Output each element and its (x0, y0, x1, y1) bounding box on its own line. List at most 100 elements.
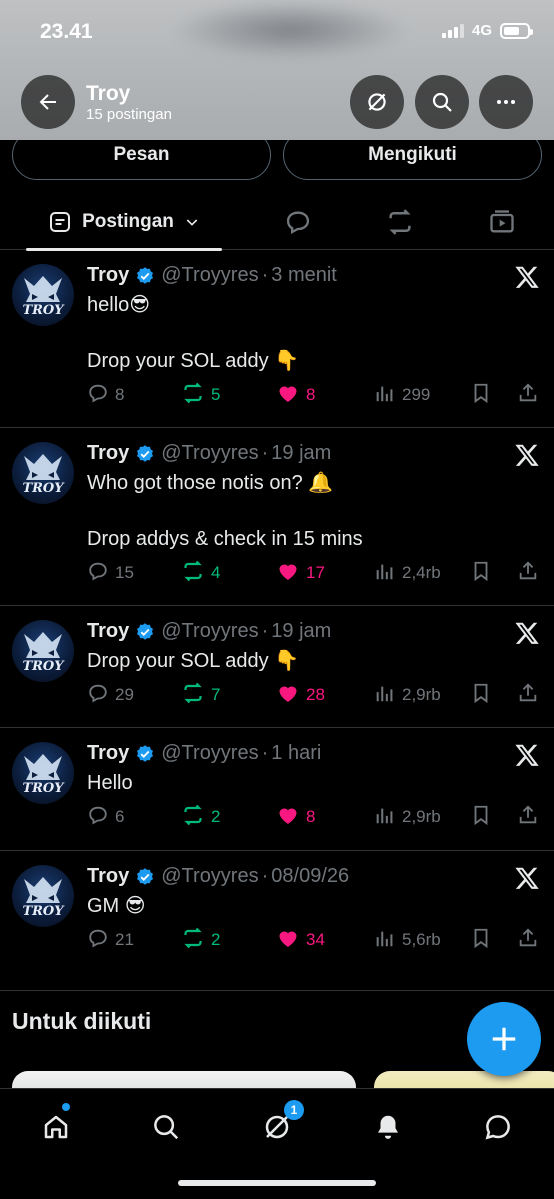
back-button[interactable] (21, 75, 75, 129)
avatar[interactable]: TROY (12, 264, 74, 326)
share-button[interactable] (517, 803, 539, 831)
separator-dot: · (261, 442, 269, 464)
share-button[interactable] (517, 381, 539, 409)
post-item[interactable]: TROY Troy @Troyyres · 3 menit hello😎 Drop your… (0, 250, 554, 428)
tab-media[interactable] (474, 194, 530, 250)
bookmark-button[interactable] (470, 559, 492, 587)
separator-dot: · (261, 742, 269, 764)
reply-button[interactable]: 8 (87, 381, 124, 409)
share-icon (517, 560, 539, 587)
post-time[interactable]: 19 jam (271, 442, 331, 465)
reply-button[interactable]: 21 (87, 926, 134, 954)
home-indicator (178, 1180, 376, 1186)
repost-icon (181, 381, 205, 410)
bookmark-button[interactable] (470, 926, 492, 954)
like-button[interactable]: 8 (276, 803, 315, 831)
avatar[interactable]: TROY (12, 620, 74, 682)
like-button[interactable]: 17 (276, 559, 325, 587)
replies-count: 6 (115, 807, 125, 826)
author-handle[interactable]: @Troyyres (161, 742, 258, 765)
likes-count: 28 (306, 685, 325, 704)
grok-button[interactable] (350, 75, 404, 129)
share-button[interactable] (517, 559, 539, 587)
nav-notifications[interactable] (366, 1105, 410, 1149)
views-button[interactable]: 299 (374, 381, 430, 409)
bookmark-button[interactable] (470, 803, 492, 831)
author-name[interactable]: Troy (87, 264, 129, 287)
post-actions: 8 5 8 299 (87, 381, 543, 409)
views-button[interactable]: 2,9rb (374, 803, 441, 831)
bookmark-icon (470, 682, 492, 709)
arrow-left-icon (39, 94, 56, 110)
chevron-down-icon (186, 219, 198, 226)
compose-button[interactable] (467, 1002, 541, 1076)
share-icon (517, 927, 539, 954)
views-icon (374, 804, 396, 831)
author-handle[interactable]: @Troyyres (161, 442, 258, 465)
tab-posts[interactable]: Postingan (26, 194, 222, 251)
repost-button[interactable]: 2 (181, 803, 220, 831)
bookmark-button[interactable] (470, 681, 492, 709)
avatar[interactable]: TROY (12, 865, 74, 927)
like-button[interactable]: 8 (276, 381, 315, 409)
bookmark-icon (470, 382, 492, 409)
like-button[interactable]: 34 (276, 926, 325, 954)
post-time[interactable]: 19 jam (271, 620, 331, 643)
reply-button[interactable]: 6 (87, 803, 124, 831)
share-button[interactable] (517, 681, 539, 709)
avatar[interactable]: TROY (12, 442, 74, 504)
post-actions: 21 2 34 5,6rb (87, 926, 543, 954)
author-name[interactable]: Troy (87, 442, 129, 465)
post-header: Troy @Troyyres · 19 jam (87, 442, 331, 465)
like-button[interactable]: 28 (276, 681, 325, 709)
post-item[interactable]: TROY Troy @Troyyres · 19 jam Drop your SOL ad… (0, 606, 554, 728)
views-count: 2,9rb (402, 685, 441, 704)
views-button[interactable]: 5,6rb (374, 926, 441, 954)
repost-button[interactable]: 4 (181, 559, 220, 587)
views-button[interactable]: 2,9rb (374, 681, 441, 709)
author-name[interactable]: Troy (87, 620, 129, 643)
avatar[interactable]: TROY (12, 742, 74, 804)
likes-count: 8 (306, 807, 316, 826)
post-item[interactable]: TROY Troy @Troyyres · 1 hari Hello 6 2 8 2,9rb (0, 728, 554, 851)
repost-button[interactable]: 2 (181, 926, 220, 954)
media-icon (490, 210, 514, 233)
reply-icon (87, 927, 109, 954)
reposts-count: 2 (211, 930, 221, 949)
replies-count: 29 (115, 685, 134, 704)
post-item[interactable]: TROY Troy @Troyyres · 08/09/26 GM 😎 21 2 34 5,6rb (0, 851, 554, 991)
post-time[interactable]: 1 hari (271, 742, 321, 765)
search-icon (432, 92, 452, 112)
post-item[interactable]: TROY Troy @Troyyres · 19 jam Who got those no… (0, 428, 554, 606)
author-name[interactable]: Troy (87, 742, 129, 765)
author-handle[interactable]: @Troyyres (161, 865, 258, 888)
views-button[interactable]: 2,4rb (374, 559, 441, 587)
post-time[interactable]: 08/09/26 (271, 865, 349, 888)
tab-reposts[interactable] (372, 194, 428, 250)
more-button[interactable] (479, 75, 533, 129)
status-time: 23.41 (40, 20, 93, 43)
author-name[interactable]: Troy (87, 865, 129, 888)
posts-icon (50, 212, 71, 232)
grok-badge: 1 (284, 1100, 304, 1120)
share-icon (517, 682, 539, 709)
heart-icon (276, 381, 300, 410)
tab-replies[interactable] (270, 194, 326, 250)
reposts-count: 2 (211, 807, 221, 826)
author-handle[interactable]: @Troyyres (161, 620, 258, 643)
reply-button[interactable]: 15 (87, 559, 134, 587)
share-button[interactable] (517, 926, 539, 954)
repost-button[interactable]: 7 (181, 681, 220, 709)
post-time[interactable]: 3 menit (271, 264, 337, 287)
post-text-line: Drop your SOL addy 👇 (87, 650, 300, 672)
reply-button[interactable]: 29 (87, 681, 134, 709)
search-button[interactable] (415, 75, 469, 129)
author-handle[interactable]: @Troyyres (161, 264, 258, 287)
nav-messages[interactable] (476, 1105, 520, 1149)
likes-count: 8 (306, 385, 316, 404)
bookmark-button[interactable] (470, 381, 492, 409)
nav-home[interactable] (34, 1105, 78, 1149)
post-text-line: hello😎 (87, 294, 151, 316)
repost-button[interactable]: 5 (181, 381, 220, 409)
nav-search[interactable] (144, 1105, 188, 1149)
